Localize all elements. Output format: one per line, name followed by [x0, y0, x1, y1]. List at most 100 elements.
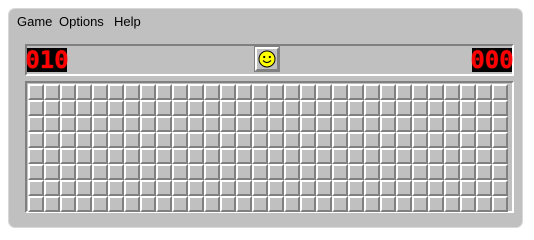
mine-cell[interactable]	[300, 164, 316, 180]
mine-cell[interactable]	[156, 100, 172, 116]
mine-cell[interactable]	[364, 132, 380, 148]
mine-cell[interactable]	[268, 100, 284, 116]
mine-cell[interactable]	[108, 132, 124, 148]
mine-cell[interactable]	[156, 84, 172, 100]
mine-cell[interactable]	[332, 132, 348, 148]
mine-cell[interactable]	[300, 84, 316, 100]
mine-cell[interactable]	[428, 84, 444, 100]
mine-cell[interactable]	[76, 164, 92, 180]
mine-cell[interactable]	[236, 164, 252, 180]
menu-game[interactable]: Game	[17, 14, 52, 29]
mine-cell[interactable]	[76, 100, 92, 116]
mine-cell[interactable]	[108, 100, 124, 116]
mine-cell[interactable]	[300, 180, 316, 196]
mine-cell[interactable]	[188, 164, 204, 180]
mine-cell[interactable]	[364, 196, 380, 212]
mine-cell[interactable]	[396, 100, 412, 116]
mine-cell[interactable]	[252, 132, 268, 148]
mine-cell[interactable]	[44, 196, 60, 212]
mine-cell[interactable]	[300, 196, 316, 212]
mine-cell[interactable]	[348, 196, 364, 212]
mine-cell[interactable]	[332, 164, 348, 180]
mine-cell[interactable]	[332, 100, 348, 116]
mine-cell[interactable]	[412, 196, 428, 212]
mine-cell[interactable]	[460, 148, 476, 164]
mine-cell[interactable]	[124, 100, 140, 116]
mine-cell[interactable]	[172, 100, 188, 116]
mine-cell[interactable]	[92, 116, 108, 132]
mine-cell[interactable]	[252, 148, 268, 164]
mine-cell[interactable]	[108, 196, 124, 212]
mine-cell[interactable]	[268, 132, 284, 148]
mine-cell[interactable]	[108, 180, 124, 196]
mine-cell[interactable]	[348, 132, 364, 148]
mine-cell[interactable]	[28, 100, 44, 116]
mine-cell[interactable]	[220, 84, 236, 100]
mine-cell[interactable]	[268, 180, 284, 196]
mine-cell[interactable]	[300, 100, 316, 116]
mine-cell[interactable]	[364, 84, 380, 100]
mine-cell[interactable]	[124, 148, 140, 164]
mine-cell[interactable]	[156, 116, 172, 132]
mine-cell[interactable]	[444, 196, 460, 212]
mine-cell[interactable]	[476, 132, 492, 148]
mine-cell[interactable]	[28, 148, 44, 164]
mine-cell[interactable]	[76, 116, 92, 132]
mine-cell[interactable]	[252, 84, 268, 100]
mine-cell[interactable]	[380, 100, 396, 116]
mine-cell[interactable]	[412, 148, 428, 164]
mine-cell[interactable]	[60, 100, 76, 116]
mine-cell[interactable]	[188, 84, 204, 100]
mine-cell[interactable]	[268, 84, 284, 100]
mine-cell[interactable]	[364, 148, 380, 164]
mine-cell[interactable]	[92, 100, 108, 116]
mine-cell[interactable]	[428, 132, 444, 148]
mine-cell[interactable]	[124, 132, 140, 148]
mine-cell[interactable]	[492, 196, 508, 212]
mine-cell[interactable]	[444, 180, 460, 196]
mine-cell[interactable]	[236, 148, 252, 164]
mine-cell[interactable]	[396, 196, 412, 212]
mine-cell[interactable]	[156, 196, 172, 212]
mine-cell[interactable]	[284, 116, 300, 132]
mine-cell[interactable]	[284, 164, 300, 180]
mine-cell[interactable]	[316, 132, 332, 148]
mine-cell[interactable]	[380, 196, 396, 212]
mine-cell[interactable]	[428, 116, 444, 132]
mine-cell[interactable]	[140, 164, 156, 180]
mine-cell[interactable]	[444, 100, 460, 116]
mine-cell[interactable]	[348, 180, 364, 196]
mine-cell[interactable]	[444, 132, 460, 148]
mine-cell[interactable]	[220, 180, 236, 196]
mine-cell[interactable]	[60, 196, 76, 212]
mine-cell[interactable]	[76, 148, 92, 164]
mine-cell[interactable]	[252, 180, 268, 196]
mine-cell[interactable]	[124, 84, 140, 100]
mine-cell[interactable]	[76, 84, 92, 100]
mine-cell[interactable]	[428, 100, 444, 116]
mine-cell[interactable]	[60, 164, 76, 180]
mine-cell[interactable]	[396, 132, 412, 148]
mine-cell[interactable]	[332, 84, 348, 100]
mine-cell[interactable]	[444, 164, 460, 180]
mine-cell[interactable]	[444, 116, 460, 132]
mine-cell[interactable]	[492, 180, 508, 196]
mine-cell[interactable]	[380, 164, 396, 180]
mine-cell[interactable]	[204, 132, 220, 148]
mine-cell[interactable]	[284, 196, 300, 212]
mine-cell[interactable]	[76, 196, 92, 212]
mine-cell[interactable]	[108, 84, 124, 100]
mine-cell[interactable]	[188, 132, 204, 148]
mine-cell[interactable]	[108, 164, 124, 180]
mine-cell[interactable]	[348, 84, 364, 100]
mine-cell[interactable]	[28, 196, 44, 212]
mine-cell[interactable]	[460, 196, 476, 212]
mine-cell[interactable]	[140, 148, 156, 164]
mine-cell[interactable]	[396, 164, 412, 180]
mine-cell[interactable]	[460, 132, 476, 148]
mine-cell[interactable]	[92, 180, 108, 196]
mine-cell[interactable]	[300, 148, 316, 164]
mine-cell[interactable]	[92, 196, 108, 212]
mine-cell[interactable]	[460, 84, 476, 100]
mine-cell[interactable]	[476, 116, 492, 132]
